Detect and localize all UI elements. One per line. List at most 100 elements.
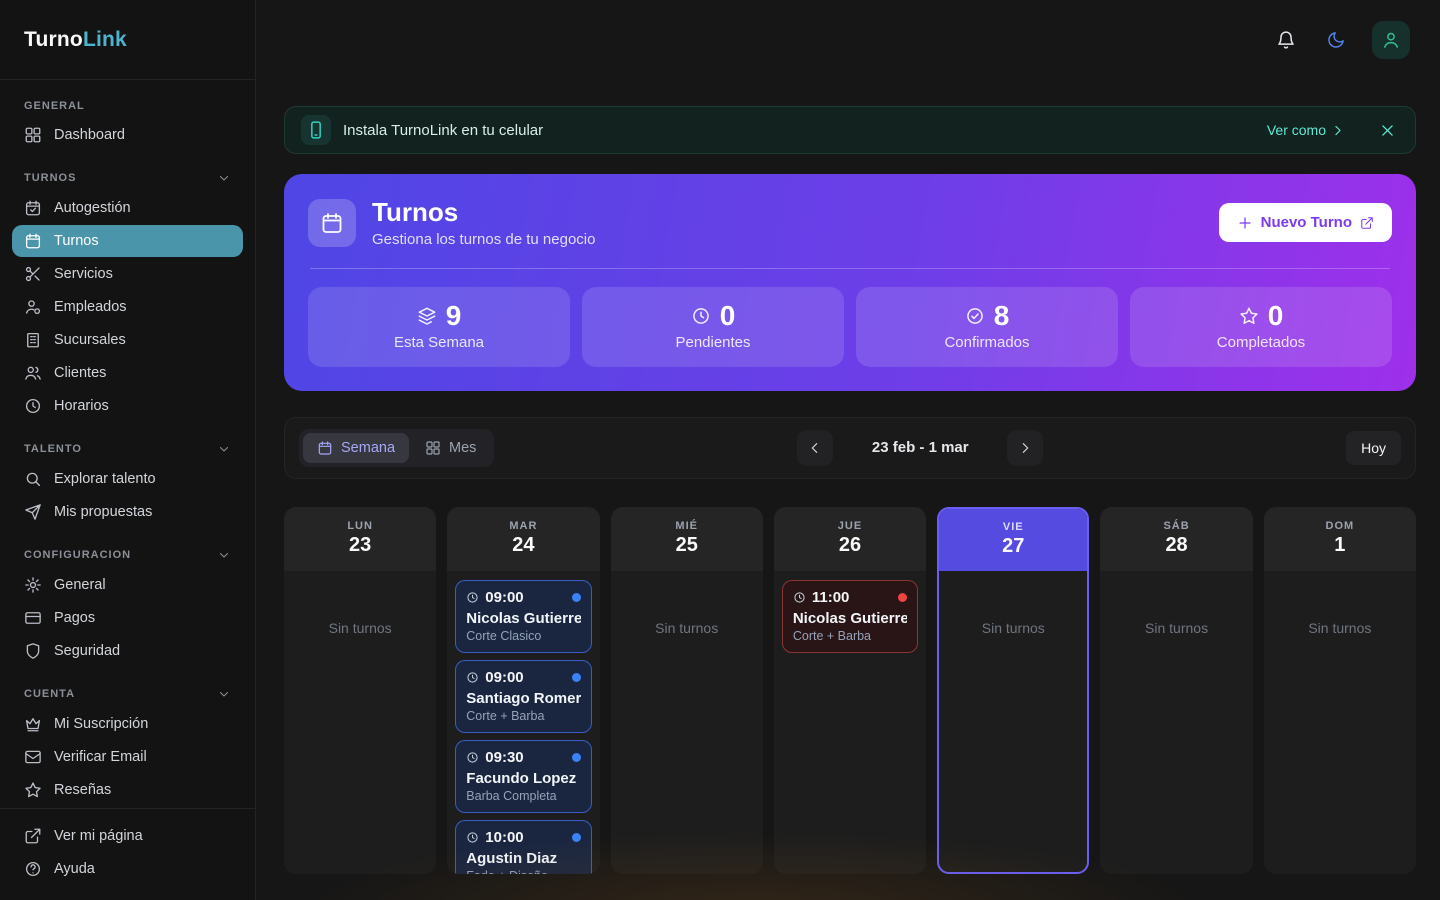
day-body: Sin turnos (611, 571, 763, 874)
sidebar-item-label: Verificar Email (54, 749, 147, 765)
appointment-card[interactable]: 11:00Nicolas GutierrezCorte + Barba (782, 580, 918, 653)
appointment-card[interactable]: 09:00Santiago RomeroCorte + Barba (455, 660, 591, 733)
moon-icon (1326, 30, 1346, 50)
stat-label: Pendientes (675, 334, 750, 351)
sidebar-item-dashboard[interactable]: Dashboard (12, 119, 243, 151)
notifications-button[interactable] (1272, 26, 1300, 54)
day-number-label: 28 (1165, 534, 1187, 557)
stat-top: 0 (1239, 302, 1284, 330)
sidebar-section-header-cuenta[interactable]: CUENTA (12, 677, 243, 707)
appointment-header: 09:00 (466, 589, 580, 606)
sidebar-section-configuracion: CONFIGURACION GeneralPagosSeguridad (12, 538, 243, 667)
sidebar-item-label: Sucursales (54, 332, 126, 348)
day-name-label: JUE (838, 520, 862, 532)
account-button[interactable] (1372, 21, 1410, 59)
stat-value: 0 (720, 302, 736, 330)
brand-first: Turno (24, 28, 83, 51)
grid-icon (425, 440, 441, 456)
sidebar-item-label: Clientes (54, 365, 106, 381)
appointment-time: 09:30 (485, 749, 565, 766)
sidebar-item-seguridad[interactable]: Seguridad (12, 635, 243, 667)
sidebar-item-clientes[interactable]: Clientes (12, 357, 243, 389)
appointment-client-name: Santiago Romero (466, 690, 580, 707)
sidebar-item-turnos[interactable]: Turnos (12, 225, 243, 257)
banner-close-button[interactable] (1375, 118, 1399, 142)
chevron-down-icon (217, 687, 231, 701)
sidebar-section-label: TURNOS (24, 172, 76, 184)
day-body: 09:00Nicolas GutierrezCorte Clasico09:00… (447, 571, 599, 874)
today-button[interactable]: Hoy (1346, 431, 1401, 465)
sidebar-section-general: GENERALDashboard (12, 90, 243, 151)
chevron-down-icon (217, 548, 231, 562)
day-number-label: 1 (1334, 534, 1345, 557)
sidebar-item-label: Turnos (54, 233, 99, 249)
sidebar-item-pagos[interactable]: Pagos (12, 602, 243, 634)
logo: TurnoLink (0, 0, 255, 80)
sidebar-item-label: Empleados (54, 299, 127, 315)
sidebar-item-sucursales[interactable]: Sucursales (12, 324, 243, 356)
sidebar-section-turnos: TURNOS Autogestión Turnos Servicios Empleado… (12, 161, 243, 422)
hero-divider (310, 268, 1390, 269)
stat-card-confirmados: 8Confirmados (856, 287, 1118, 367)
clock-icon (24, 397, 42, 415)
sidebar-section-header-configuracion[interactable]: CONFIGURACION (12, 538, 243, 568)
calendar-icon (308, 199, 356, 247)
sidebar-item-ayuda[interactable]: Ayuda (12, 853, 243, 885)
theme-toggle-button[interactable] (1322, 26, 1350, 54)
view-week-button[interactable]: Semana (303, 433, 409, 463)
day-body: Sin turnos (1100, 571, 1252, 874)
clock-icon (466, 751, 479, 764)
day-number-label: 26 (839, 534, 861, 557)
status-dot-icon (572, 833, 581, 842)
sidebar-item-resenas[interactable]: Reseñas (12, 774, 243, 806)
sidebar-item-ver-mi-pagina[interactable]: Ver mi página (12, 820, 243, 852)
sidebar-item-empleados[interactable]: Empleados (12, 291, 243, 323)
sidebar-item-explorar-talento[interactable]: Explorar talento (12, 463, 243, 495)
sidebar-item-mi-suscripcion[interactable]: Mi Suscripción (12, 708, 243, 740)
sidebar-section-header-talento[interactable]: TALENTO (12, 432, 243, 462)
appointment-client-name: Nicolas Gutierrez (793, 610, 907, 627)
status-dot-icon (572, 593, 581, 602)
clock-icon (691, 306, 711, 326)
stat-top: 9 (417, 302, 462, 330)
phone-icon (301, 115, 331, 145)
day-column-vie: VIE27Sin turnos (937, 507, 1089, 874)
sidebar-section-label: CUENTA (24, 688, 75, 700)
appointment-time: 11:00 (812, 589, 892, 606)
employee-icon (24, 298, 42, 316)
day-column-dom: DOM1Sin turnos (1264, 507, 1416, 874)
status-dot-icon (572, 673, 581, 682)
crown-icon (24, 715, 42, 733)
sidebar-item-verificar-email[interactable]: Verificar Email (12, 741, 243, 773)
day-column-mar: MAR2409:00Nicolas GutierrezCorte Clasico… (447, 507, 599, 874)
view-month-button[interactable]: Mes (411, 433, 490, 463)
new-turno-button[interactable]: Nuevo Turno (1219, 203, 1392, 242)
appointment-card[interactable]: 09:00Nicolas GutierrezCorte Clasico (455, 580, 591, 653)
calendar-check-icon (24, 199, 42, 217)
user-icon (1381, 30, 1401, 50)
sidebar-item-autogestion[interactable]: Autogestión (12, 192, 243, 224)
prev-week-button[interactable] (797, 430, 833, 466)
status-dot-icon (898, 593, 907, 602)
sidebar-item-mis-propuestas[interactable]: Mis propuestas (12, 496, 243, 528)
stat-top: 0 (691, 302, 736, 330)
day-header: SÁB28 (1100, 507, 1252, 571)
chevron-right-icon (1330, 123, 1345, 138)
stat-label: Confirmados (944, 334, 1029, 351)
no-appointments-label: Sin turnos (292, 620, 428, 636)
next-week-button[interactable] (1007, 430, 1043, 466)
appointment-card[interactable]: 10:00Agustin DiazFade + Diseño (455, 820, 591, 874)
day-body: Sin turnos (284, 571, 436, 874)
sidebar-section-label: CONFIGURACION (24, 549, 131, 561)
sidebar-footer: Ver mi páginaAyuda (0, 808, 255, 900)
sidebar-item-general[interactable]: General (12, 569, 243, 601)
sidebar-section-header-turnos[interactable]: TURNOS (12, 161, 243, 191)
sidebar-section-header-general: GENERAL (12, 90, 243, 118)
sidebar-section-label: TALENTO (24, 443, 82, 455)
banner-action-button[interactable]: Ver como (1267, 122, 1345, 138)
sidebar-item-horarios[interactable]: Horarios (12, 390, 243, 422)
star-icon (24, 781, 42, 799)
appointment-card[interactable]: 09:30Facundo LopezBarba Completa (455, 740, 591, 813)
day-header: DOM1 (1264, 507, 1416, 571)
sidebar-item-servicios[interactable]: Servicios (12, 258, 243, 290)
